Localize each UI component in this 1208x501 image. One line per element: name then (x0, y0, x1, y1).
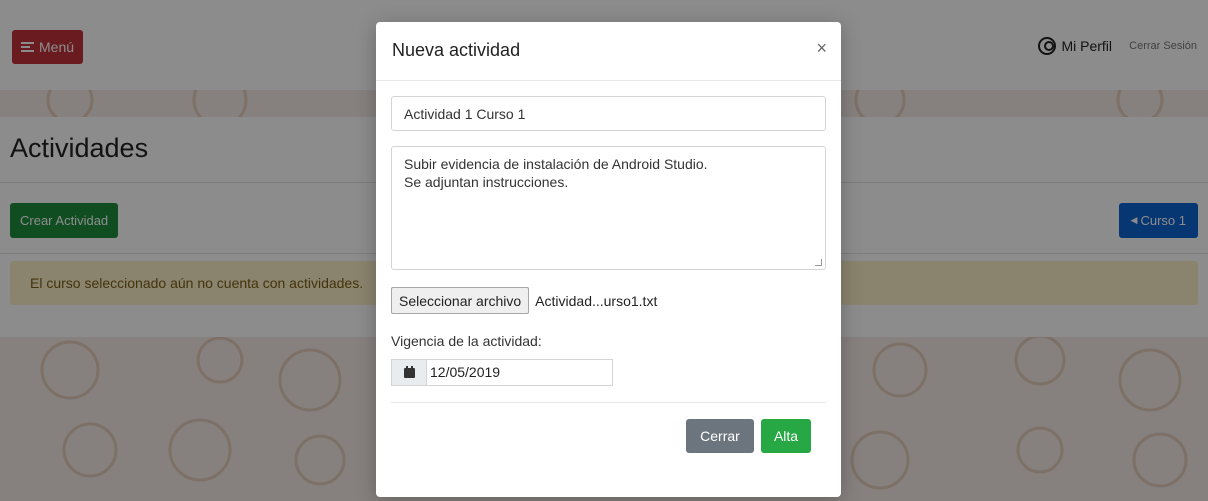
calendar-icon-addon[interactable] (391, 359, 426, 386)
close-icon[interactable]: × (816, 38, 827, 59)
select-file-button[interactable]: Seleccionar archivo (391, 287, 530, 314)
validity-label: Vigencia de la actividad: (391, 333, 542, 349)
description-line: Se adjuntan instrucciones. (404, 174, 569, 190)
modal-title: Nueva actividad (392, 40, 521, 60)
calendar-icon (403, 365, 415, 378)
activity-description-textarea[interactable]: Subir evidencia de instalación de Androi… (391, 146, 826, 270)
file-upload: Seleccionar archivo Actividad...urso1.tx… (391, 287, 657, 314)
file-name: Actividad...urso1.txt (535, 292, 658, 309)
new-activity-modal: Nueva actividad × Actividad 1 Curso 1 Su… (376, 22, 841, 497)
activity-name-input[interactable]: Actividad 1 Curso 1 (391, 96, 826, 131)
submit-button[interactable]: Alta (761, 419, 811, 453)
description-line: Subir evidencia de instalación de Androi… (404, 156, 708, 172)
cancel-button[interactable]: Cerrar (686, 419, 754, 453)
divider (391, 402, 826, 403)
validity-date-group: 12/05/2019 (391, 359, 613, 386)
validity-date-input[interactable]: 12/05/2019 (426, 359, 613, 386)
divider (376, 80, 841, 81)
resize-handle-icon[interactable] (815, 259, 822, 266)
